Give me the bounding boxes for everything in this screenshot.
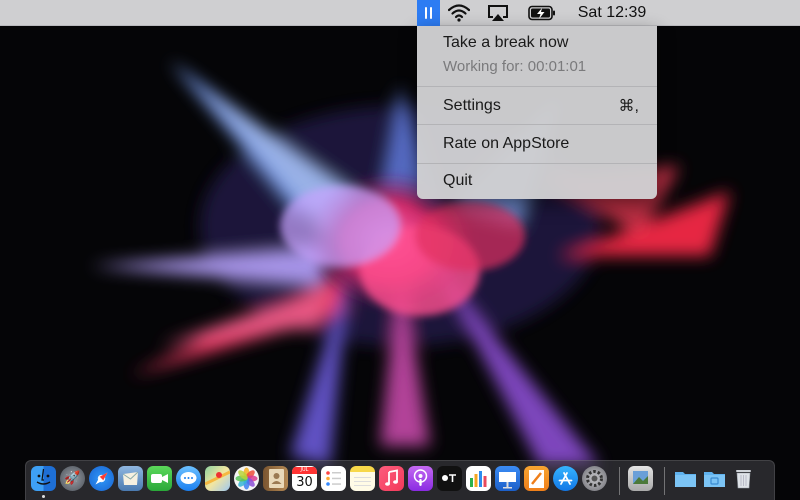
menu-separator xyxy=(417,124,657,125)
app-store-icon[interactable] xyxy=(553,466,578,491)
settings-shortcut: ⌘, xyxy=(618,98,639,115)
rate-appstore-menu-item[interactable]: Rate on AppStore xyxy=(417,126,657,162)
desktop-wallpaper xyxy=(0,26,800,500)
pause-icon[interactable] xyxy=(417,0,440,26)
wifi-icon[interactable] xyxy=(447,0,471,26)
system-preferences-icon[interactable] xyxy=(582,466,607,491)
working-time-status: Working for: 00:01:01 xyxy=(443,58,587,75)
menu-separator xyxy=(417,86,657,87)
preview-icon[interactable] xyxy=(628,466,653,491)
contacts-icon[interactable] xyxy=(263,466,288,491)
facetime-icon[interactable] xyxy=(147,466,172,491)
calendar-month: JUL xyxy=(292,466,317,474)
settings-menu-item[interactable]: Settings ⌘, xyxy=(417,89,657,123)
rate-appstore-label: Rate on AppStore xyxy=(443,135,570,152)
music-icon[interactable] xyxy=(379,466,404,491)
menu-bar-clock[interactable]: Sat 12:39 xyxy=(570,0,654,26)
notes-icon[interactable] xyxy=(350,466,375,491)
launchpad-icon[interactable]: 🚀 xyxy=(60,466,85,491)
dock-separator xyxy=(619,467,620,495)
calendar-day: 30 xyxy=(296,474,313,490)
trash-icon[interactable] xyxy=(731,466,756,491)
downloads-folder-icon[interactable] xyxy=(673,466,698,491)
take-break-label: Take a break now xyxy=(443,34,569,51)
photos-icon[interactable] xyxy=(234,466,259,491)
take-break-menu-item[interactable]: Take a break now xyxy=(417,31,657,55)
app-dropdown-menu: Take a break now Working for: 00:01:01 S… xyxy=(417,26,657,199)
settings-label: Settings xyxy=(443,97,501,114)
maps-icon[interactable] xyxy=(205,466,230,491)
messages-icon[interactable] xyxy=(176,466,201,491)
tv-icon[interactable] xyxy=(437,466,462,491)
numbers-icon[interactable] xyxy=(466,466,491,491)
battery-charging-icon[interactable] xyxy=(527,0,557,26)
menu-bar: Sat 12:39 xyxy=(0,0,800,26)
quit-menu-item[interactable]: Quit xyxy=(417,165,657,197)
menu-separator xyxy=(417,163,657,164)
running-indicator xyxy=(42,495,45,498)
safari-icon[interactable] xyxy=(89,466,114,491)
dock: 🚀 JUL 30 xyxy=(25,460,775,500)
airplay-icon[interactable] xyxy=(486,0,510,26)
quit-label: Quit xyxy=(443,172,473,189)
reminders-icon[interactable] xyxy=(321,466,346,491)
dock-separator xyxy=(664,467,665,495)
documents-folder-icon[interactable] xyxy=(702,466,727,491)
calendar-icon[interactable]: JUL 30 xyxy=(292,466,317,491)
pages-icon[interactable] xyxy=(524,466,549,491)
podcasts-icon[interactable] xyxy=(408,466,433,491)
mail-icon[interactable] xyxy=(118,466,143,491)
keynote-icon[interactable] xyxy=(495,466,520,491)
finder-icon[interactable] xyxy=(31,466,56,491)
